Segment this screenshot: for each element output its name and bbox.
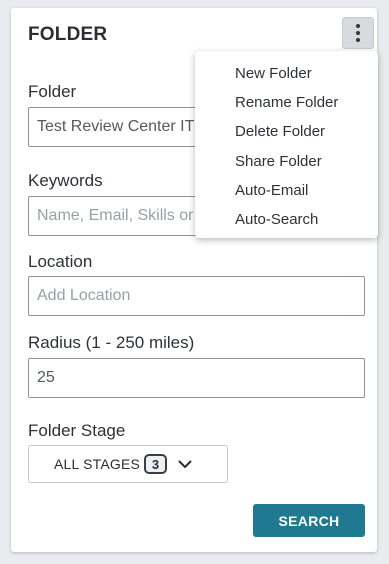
folder-options-menu: New Folder Rename Folder Delete Folder S…: [195, 51, 378, 238]
stage-count-badge: 3: [144, 454, 168, 474]
menu-item-delete-folder[interactable]: Delete Folder: [195, 117, 378, 146]
folder-label: Folder: [28, 82, 77, 101]
search-button[interactable]: SEARCH: [253, 504, 365, 537]
folder-stage-dropdown[interactable]: ALL STAGES 3: [28, 445, 228, 483]
menu-item-auto-email[interactable]: Auto-Email: [195, 176, 378, 205]
radius-input[interactable]: [28, 358, 365, 398]
location-input[interactable]: [28, 276, 365, 316]
menu-item-auto-search[interactable]: Auto-Search: [195, 205, 378, 234]
folder-options-button[interactable]: [342, 17, 374, 49]
radius-label: Radius (1 - 250 miles): [28, 333, 195, 352]
keywords-label: Keywords: [28, 171, 103, 190]
menu-item-new-folder[interactable]: New Folder: [195, 59, 378, 88]
chevron-down-icon: [177, 456, 193, 472]
panel-title: FOLDER: [28, 24, 108, 45]
folder-stage-selected: ALL STAGES: [54, 456, 141, 472]
folder-stage-label: Folder Stage: [28, 421, 126, 440]
kebab-icon: [356, 24, 360, 42]
menu-item-share-folder[interactable]: Share Folder: [195, 147, 378, 176]
location-label: Location: [28, 252, 93, 271]
menu-item-rename-folder[interactable]: Rename Folder: [195, 88, 378, 117]
